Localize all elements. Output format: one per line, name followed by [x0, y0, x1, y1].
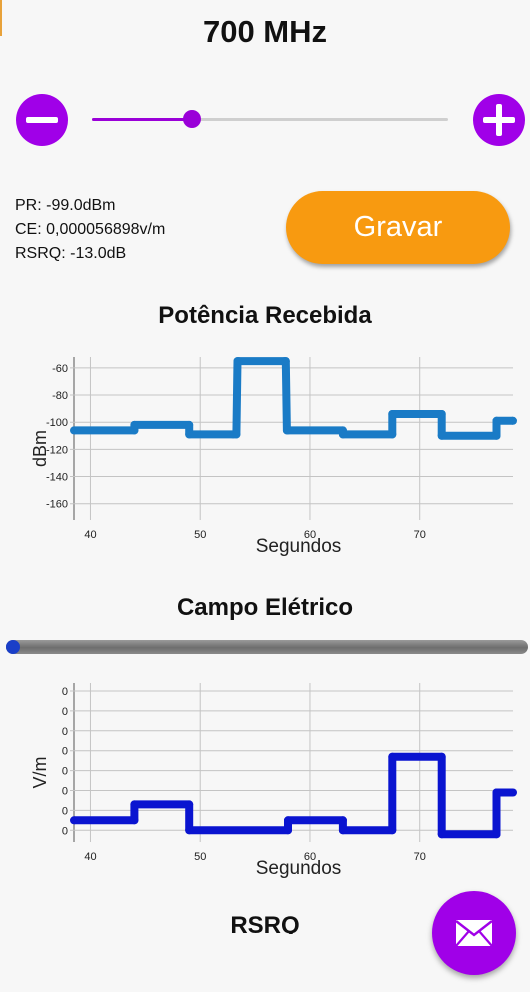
data-point [70, 816, 78, 825]
plus-icon [483, 104, 515, 136]
x-tick-label: 50 [194, 851, 206, 863]
data-point [130, 816, 139, 825]
minus-icon [26, 117, 58, 123]
y-tick-label: 0 [62, 786, 68, 798]
power-chart-title: Potência Recebida [158, 302, 372, 329]
electric-field-reading: CE: 0,000056898v/m [15, 221, 166, 238]
series-line [74, 752, 513, 839]
y-tick-label: -60 [52, 363, 68, 375]
y-tick-label: -160 [46, 499, 68, 511]
decrease-frequency-button[interactable] [16, 94, 68, 146]
readings-panel: PR: -99.0dBm CE: 0,000056898v/m RSRQ: -1… [15, 194, 165, 266]
data-point [388, 826, 397, 835]
y-axis-label: dBm [30, 430, 50, 467]
data-point [338, 816, 347, 825]
data-point [185, 800, 194, 809]
data-point [130, 420, 139, 429]
field-chart-title: Campo Elétrico [176, 594, 354, 621]
data-point [509, 788, 517, 797]
data-point [388, 410, 397, 418]
data-point [492, 431, 501, 440]
data-point [437, 431, 446, 440]
data-point [388, 430, 397, 439]
data-point [130, 800, 139, 809]
frequency-title: 700 MHz [202, 14, 328, 49]
data-point [338, 826, 347, 835]
x-tick-label: 50 [194, 529, 206, 541]
x-axis-label: Segundos [256, 858, 342, 879]
data-point [437, 752, 446, 761]
rsrq-reading: RSRQ: -13.0dB [15, 245, 127, 262]
field-progress-bar [6, 640, 528, 654]
data-point [281, 357, 290, 366]
y-tick-label: -100 [46, 417, 68, 429]
data-point [70, 426, 78, 435]
data-point [388, 752, 397, 761]
data-point [185, 826, 194, 835]
x-axis-label: Segundos [256, 536, 342, 557]
frequency-slider[interactable] [92, 110, 448, 128]
increase-frequency-button[interactable] [473, 94, 525, 146]
data-point [234, 357, 243, 366]
y-tick-label: 0 [62, 726, 68, 738]
y-tick-label: 0 [62, 805, 68, 817]
data-point [437, 410, 446, 418]
x-tick-label: 70 [414, 529, 426, 541]
slider-fill [92, 118, 192, 121]
data-point [509, 416, 517, 425]
received-power-reading: PR: -99.0dBm [15, 197, 116, 214]
y-tick-label: 0 [62, 825, 68, 837]
slider-thumb[interactable] [182, 110, 201, 128]
data-point [338, 430, 347, 439]
data-point [284, 426, 292, 435]
send-email-button[interactable] [432, 891, 516, 975]
data-point [284, 826, 292, 835]
data-point [284, 816, 292, 825]
y-tick-label: 0 [62, 766, 68, 778]
data-point [185, 420, 194, 429]
x-tick-label: 70 [414, 851, 426, 863]
x-tick-label: 40 [84, 529, 96, 541]
data-point [492, 788, 501, 797]
y-tick-label: -80 [52, 390, 68, 402]
data-point [492, 416, 501, 425]
data-point [437, 830, 446, 839]
y-tick-label: 0 [62, 706, 68, 718]
field-chart: 40 50 60 7000000000SegundosV/m [30, 683, 517, 879]
x-tick-label: 40 [84, 851, 96, 863]
mail-icon [455, 919, 493, 947]
power-chart: 40 50 60 70-60-80-100-120-140-160SegundosdB… [30, 357, 517, 557]
data-point [185, 430, 194, 439]
y-tick-label: 0 [62, 746, 68, 758]
y-axis-label: V/m [30, 756, 50, 788]
series-line [74, 357, 513, 440]
data-point [232, 430, 241, 439]
record-button[interactable]: Gravar [286, 191, 510, 264]
y-tick-label: 0 [62, 686, 68, 698]
data-point [492, 830, 501, 839]
field-progress-fill [6, 640, 20, 654]
y-tick-label: -140 [46, 472, 68, 484]
